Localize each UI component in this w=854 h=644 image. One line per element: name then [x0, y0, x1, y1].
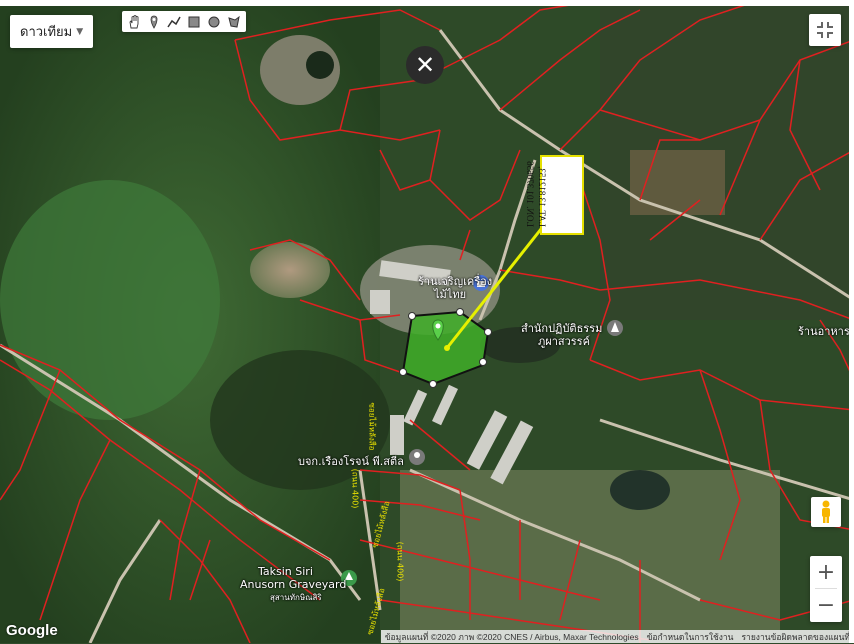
poi-label-graveyard-2[interactable]: Anusorn Graveyard	[240, 578, 346, 591]
pegman-icon	[822, 500, 830, 523]
poi-label-graveyard-1[interactable]: Taksin Siri	[258, 565, 313, 578]
drawing-toolbar	[122, 11, 246, 32]
poi-label-company[interactable]: บจก.เรืองโรจน์ พี.สตีล	[298, 452, 404, 470]
poi-label-temple-sub[interactable]: ภูผาสวรรค์	[538, 332, 590, 350]
latitude-text: LAT. 13.812153,	[537, 166, 547, 227]
close-icon[interactable]: ✕	[406, 46, 444, 84]
polyline-icon[interactable]	[165, 13, 183, 31]
zoom-in-button[interactable]: +	[810, 556, 842, 588]
poi-label-shop-sub[interactable]: ไม้ไทย	[434, 285, 466, 303]
fullscreen-button[interactable]	[809, 14, 841, 46]
vertex-handle[interactable]	[408, 312, 416, 320]
polygon-icon[interactable]	[225, 13, 243, 31]
frame-top	[0, 0, 854, 6]
polygon-center-dot	[444, 345, 450, 351]
attribution-bar: ข้อมูลแผนที่ ©2020 ภาพ ©2020 CNES / Airb…	[380, 630, 854, 644]
zoom-out-button[interactable]: −	[810, 589, 842, 621]
vertex-handle[interactable]	[484, 328, 492, 336]
poi-label-graveyard-3[interactable]: สุสานทักษิณสิริ	[270, 591, 322, 604]
coordinate-text: LAT. 13.812153, LON. 101.370656	[524, 161, 548, 227]
terrain-clearing	[250, 242, 330, 298]
hand-icon[interactable]	[125, 13, 143, 31]
map-type-label: ดาวเทียม	[20, 25, 73, 40]
frame-right	[849, 0, 854, 643]
chevron-down-icon: ▼	[76, 26, 84, 37]
temple-icon[interactable]	[607, 320, 623, 336]
fullscreen-icon	[817, 22, 833, 38]
longitude-text: LON. 101.370656	[525, 161, 535, 227]
poi-label-restaurant[interactable]: ร้านอาหาร	[798, 322, 850, 340]
terrain-pond	[306, 51, 334, 79]
terrain-plantation	[630, 150, 725, 215]
map-type-dropdown[interactable]: ดาวเทียม ▼	[10, 15, 94, 48]
satellite-map[interactable]	[0, 0, 854, 643]
report-error-link[interactable]: รายงานข้อผิดพลาดของแผนที่	[741, 630, 850, 644]
vertex-handle[interactable]	[399, 368, 407, 376]
street-view-pegman[interactable]	[811, 497, 841, 527]
circle-icon[interactable]	[205, 13, 223, 31]
rectangle-icon[interactable]	[185, 13, 203, 31]
terrain-bright-forest	[0, 180, 220, 420]
marker-tool-icon[interactable]	[145, 13, 163, 31]
zoom-control: + −	[810, 556, 842, 622]
vertex-handle[interactable]	[429, 380, 437, 388]
road-label: (ถนน 400)	[395, 541, 405, 582]
google-logo[interactable]: Google	[6, 622, 58, 639]
place-pin-icon[interactable]	[409, 449, 425, 465]
road-label: (ถนน 400)	[350, 468, 360, 509]
vertex-handle[interactable]	[479, 358, 487, 366]
road-label: ซอยไม้หลังสือ	[367, 402, 377, 451]
terms-link[interactable]: ข้อกำหนดในการใช้งาน	[647, 630, 734, 644]
vertex-handle[interactable]	[456, 308, 464, 316]
coordinate-label: LAT. 13.812153, LON. 101.370656	[525, 155, 584, 235]
map-data-attribution: ข้อมูลแผนที่ ©2020 ภาพ ©2020 CNES / Airb…	[384, 631, 639, 642]
terrain-right-lake	[610, 470, 670, 510]
